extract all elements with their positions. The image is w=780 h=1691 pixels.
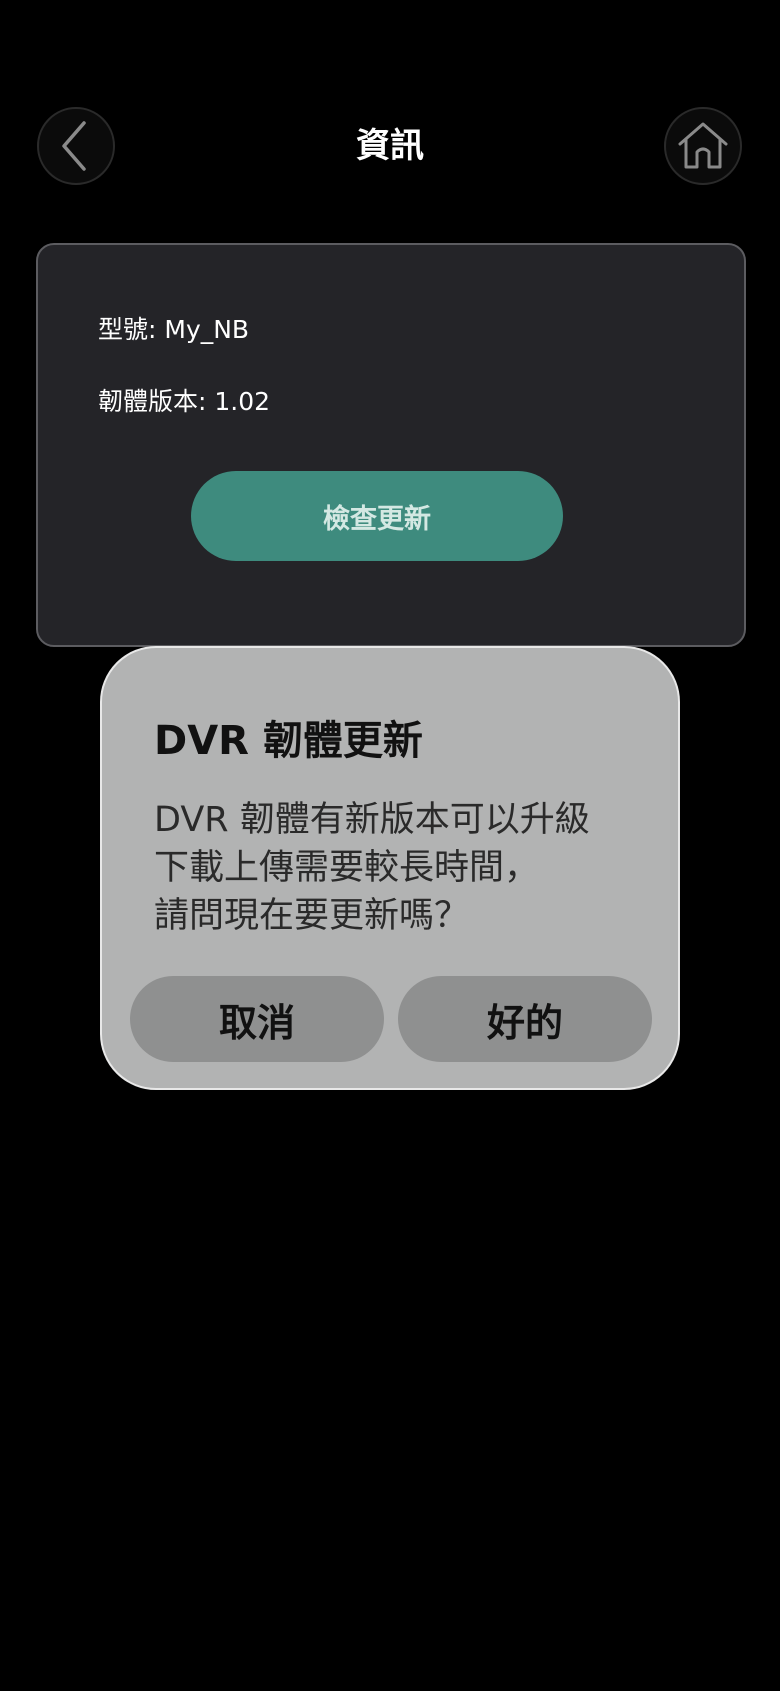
dialog-message-line: 請問現在要更新嗎？ (154, 896, 470, 936)
dialog-title: DVR 韌體更新 (154, 718, 423, 764)
dialog-message-line: DVR 韌體有新版本可以升級 (154, 800, 590, 840)
ok-button[interactable]: 好的 (398, 976, 652, 1062)
check-update-button[interactable]: 檢查更新 (191, 471, 563, 561)
info-card: 型號: My_NB 韌體版本: 1.02 檢查更新 (36, 243, 746, 647)
home-icon (678, 122, 728, 169)
dialog-message-line: 下載上傳需要較長時間， (154, 848, 540, 888)
firmware-update-dialog: DVR 韌體更新 DVR 韌體有新版本可以升級 下載上傳需要較長時間， 請問現在… (100, 646, 680, 1090)
cancel-button[interactable]: 取消 (130, 976, 384, 1062)
firmware-version-label: 韌體版本: 1.02 (98, 387, 271, 416)
model-label: 型號: My_NB (98, 315, 250, 344)
home-button[interactable] (664, 107, 742, 185)
dialog-message: DVR 韌體有新版本可以升級 下載上傳需要較長時間， 請問現在要更新嗎？ (154, 796, 590, 940)
page-title: 資訊 (356, 126, 424, 166)
